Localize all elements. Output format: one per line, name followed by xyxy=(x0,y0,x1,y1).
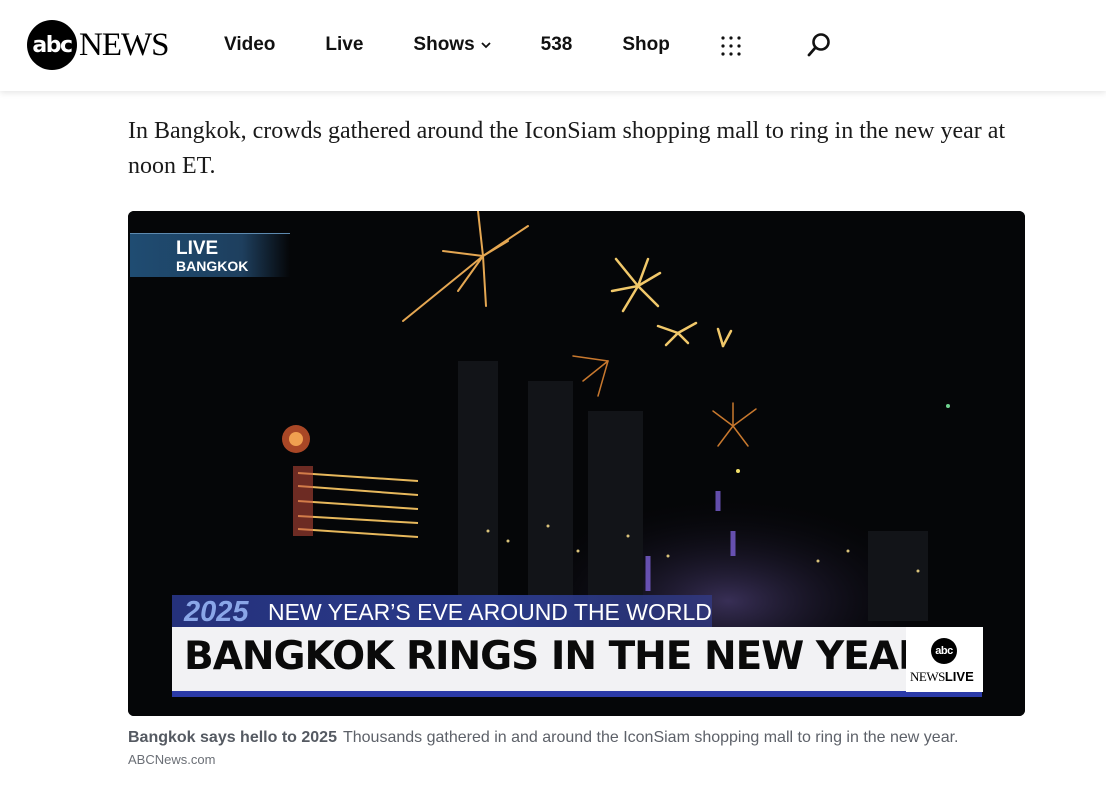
caption-title: Bangkok says hello to 2025 xyxy=(128,729,337,746)
main-nav: Video Live Shows 538 Shop xyxy=(224,32,720,58)
nav-item-shows[interactable]: Shows xyxy=(413,32,491,58)
lower-third-year: 2025 xyxy=(184,596,249,628)
video-player[interactable]: LIVE BANGKOK 2025 NEW YEAR’S EVE AROUND … xyxy=(128,211,1025,716)
logo-news-word: NEWS xyxy=(910,669,945,684)
abc-logo-circle: abc xyxy=(931,638,957,664)
abc-logo-circle: abc xyxy=(27,20,77,70)
lower-third-subtitle: NEW YEAR’S EVE AROUND THE WORLD xyxy=(268,599,712,625)
logo-live-word: LIVE xyxy=(944,669,974,684)
lower-third-headline-bar: BANGKOK RINGS IN THE NEW YEAR xyxy=(172,627,982,697)
nav-item-538[interactable]: 538 xyxy=(541,32,573,58)
location-label: BANGKOK xyxy=(176,258,249,274)
article-paragraph: In Bangkok, crowds gathered around the I… xyxy=(128,118,1006,179)
abc-news-logo[interactable]: abc NEWS xyxy=(27,20,169,70)
nav-item-label: 538 xyxy=(540,34,573,55)
nav-item-label: Live xyxy=(325,34,364,55)
site-header: abc NEWS Video Live Shows 538 Shop xyxy=(0,0,1106,91)
video-caption: Bangkok says hello to 2025 Thousands gath… xyxy=(128,728,1028,748)
nav-item-video[interactable]: Video xyxy=(224,32,275,58)
search-icon[interactable] xyxy=(806,32,832,58)
lower-third-banner: 2025 NEW YEAR’S EVE AROUND THE WORLD xyxy=(172,595,712,628)
nav-item-label: Video xyxy=(224,34,276,55)
abc-news-live-logo: abc NEWSLIVE xyxy=(906,627,983,692)
nav-item-label: Shop xyxy=(622,34,670,55)
logo-wordmark: NEWS xyxy=(79,27,169,63)
more-grid-icon[interactable] xyxy=(721,36,741,56)
nav-item-shop[interactable]: Shop xyxy=(622,32,670,58)
nav-item-label: Shows xyxy=(413,34,475,55)
live-label: LIVE xyxy=(176,238,219,259)
caption-text: Thousands gathered in and around the Ico… xyxy=(342,729,959,746)
news-live-wordmark: NEWSLIVE xyxy=(910,669,974,685)
nav-item-live[interactable]: Live xyxy=(325,32,363,58)
video-headline: BANGKOK RINGS IN THE NEW YEAR xyxy=(184,634,928,679)
caption-credit: ABCNews.com xyxy=(128,752,216,767)
chevron-down-icon xyxy=(481,42,491,49)
live-tag: LIVE BANGKOK xyxy=(130,233,290,277)
